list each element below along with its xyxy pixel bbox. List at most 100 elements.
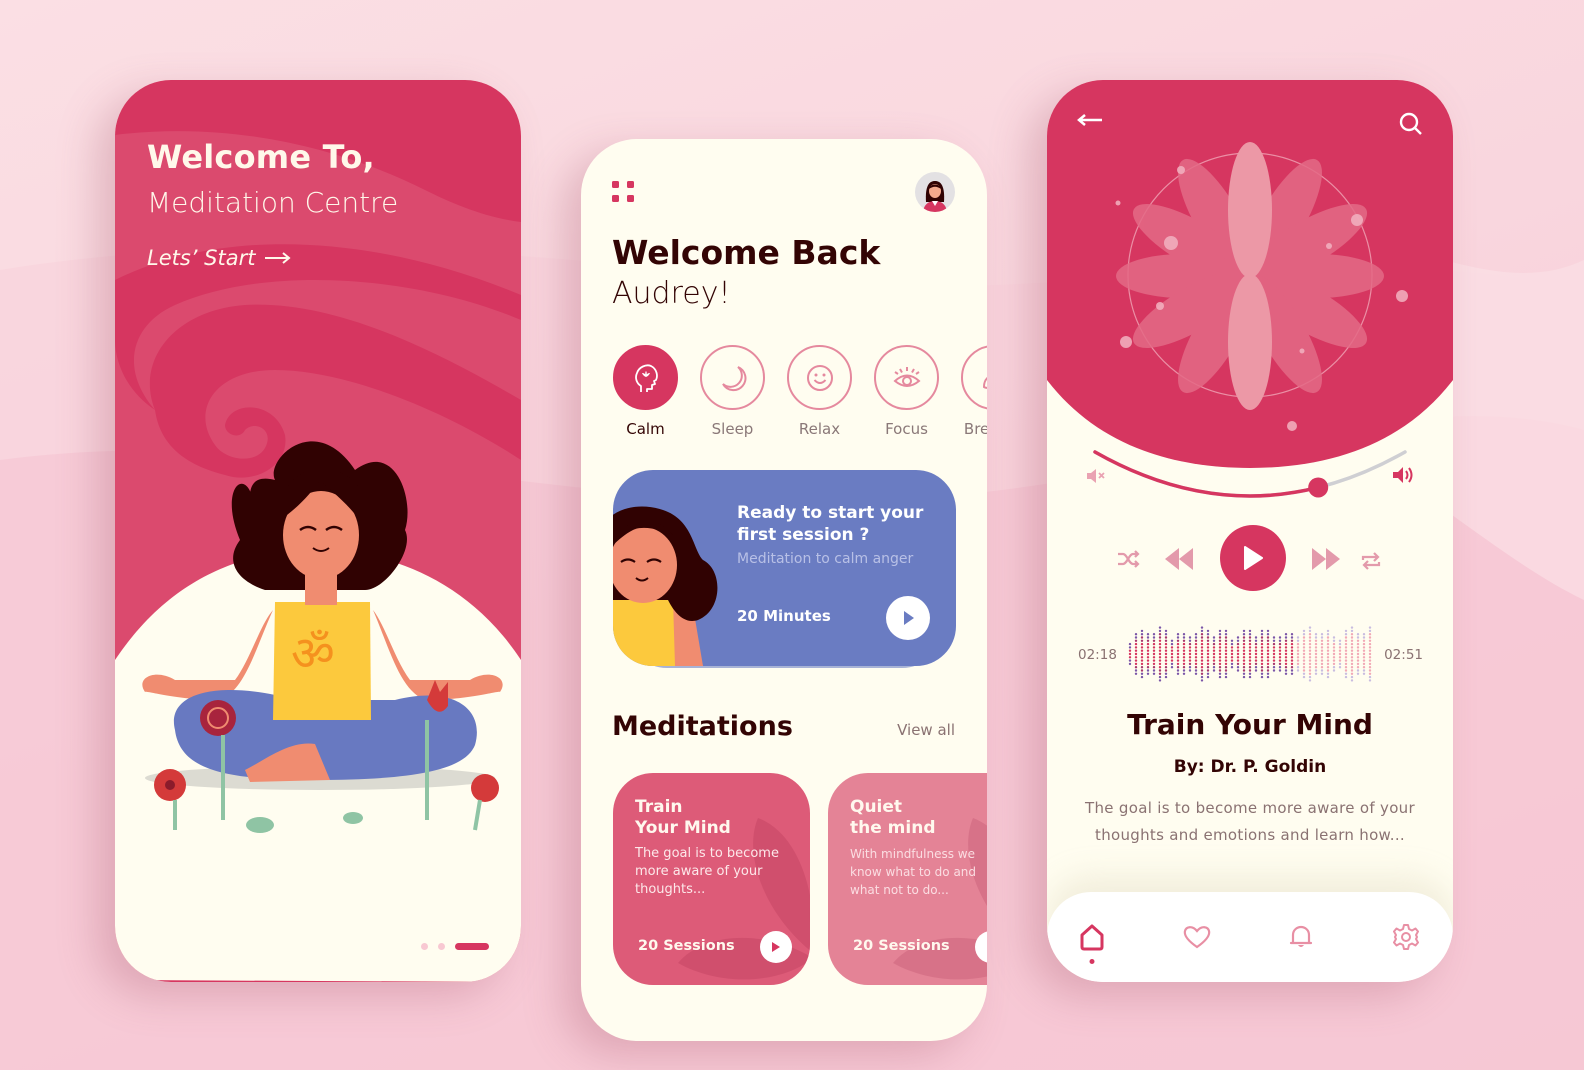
waveform-dot [1260, 646, 1264, 649]
gear-icon [1392, 924, 1419, 950]
waveform-dot [1140, 642, 1144, 646]
waveform-dot [1350, 662, 1354, 666]
waveform-dot [1200, 636, 1204, 639]
waveform-dot [1362, 659, 1366, 662]
view-all-link[interactable]: View all [897, 721, 955, 739]
waveform-dot [1146, 649, 1150, 652]
waveform-dot [1224, 662, 1228, 666]
waveform-dot [1200, 633, 1204, 636]
grid-menu-icon[interactable] [612, 181, 634, 203]
waveform-dot [1236, 649, 1240, 652]
waveform-dot [1344, 666, 1348, 669]
waveform-dot [1266, 639, 1270, 642]
waveform-dot [1182, 656, 1186, 659]
pager-dot[interactable] [421, 943, 428, 950]
category-relax[interactable]: Relax [787, 345, 852, 438]
waveform-dot [1182, 633, 1186, 636]
user-avatar[interactable] [915, 172, 955, 212]
waveform-dot [1284, 639, 1288, 642]
waveform-dot [1212, 656, 1216, 659]
category-sleep[interactable]: Sleep [700, 345, 765, 438]
waveform-dot [1182, 662, 1186, 666]
waveform-dot [1368, 666, 1372, 669]
waveform-dot [1200, 679, 1204, 682]
category-label: Breathe [963, 420, 987, 438]
waveform-dot [1332, 662, 1336, 666]
waveform-dot [1152, 633, 1156, 636]
nav-favorites[interactable] [1182, 922, 1212, 952]
waveform-dot [1290, 662, 1294, 666]
waveform-dot [1344, 636, 1348, 639]
volume-mute-button[interactable] [1087, 468, 1107, 488]
waveform-dot [1206, 666, 1210, 669]
waveform-dot [1332, 669, 1336, 672]
waveform-dot [1242, 675, 1246, 679]
waveform-dot [1218, 646, 1222, 649]
waveform-dot [1158, 633, 1162, 636]
waveform-dot [1242, 666, 1246, 669]
waveform-dot [1134, 652, 1138, 656]
category-breathe[interactable]: Breathe [961, 345, 987, 438]
waveform-dot [1248, 656, 1252, 659]
waveform-dot [1254, 652, 1258, 656]
pager-dot-active[interactable] [455, 943, 489, 950]
play-button[interactable] [1220, 525, 1286, 591]
audio-waveform-scrubber[interactable] [1127, 623, 1375, 685]
next-button[interactable] [1310, 548, 1340, 570]
waveform-dot [1326, 649, 1330, 652]
waveform-dot [1320, 642, 1324, 646]
waveform-dot [1326, 675, 1330, 679]
previous-button[interactable] [1165, 548, 1195, 570]
waveform-dot [1146, 656, 1150, 659]
waveform-dot [1206, 669, 1210, 672]
waveform-dot [1266, 652, 1270, 656]
waveform-dot [1356, 639, 1360, 642]
first-session-card[interactable]: Ready to start your first session ? Medi… [613, 470, 956, 668]
category-focus[interactable]: Focus [874, 345, 939, 438]
waveform-dot [1308, 642, 1312, 646]
waveform-dot [1344, 642, 1348, 646]
nav-notifications[interactable] [1286, 922, 1316, 952]
waveform-dot [1128, 642, 1132, 646]
waveform-dot [1278, 642, 1282, 646]
waveform-dot [1254, 642, 1258, 646]
waveform-dot [1272, 669, 1276, 672]
meditations-heading: Meditations [612, 711, 793, 742]
waveform-dot [1308, 666, 1312, 669]
volume-up-icon [1393, 467, 1413, 483]
waveform-dot [1344, 675, 1348, 679]
waveform-dot [1368, 679, 1372, 682]
waveform-dot [1152, 672, 1156, 675]
waveform-dot [1344, 633, 1348, 636]
waveform-dot [1140, 652, 1144, 656]
fast-forward-icon [1312, 548, 1340, 570]
volume-up-button[interactable] [1393, 466, 1415, 488]
meditation-card[interactable]: Quiet the mind With mindfulness we know w… [828, 773, 987, 985]
session-play-button[interactable] [886, 596, 930, 640]
search-button[interactable] [1399, 112, 1423, 140]
nav-home[interactable] [1077, 922, 1107, 964]
category-calm[interactable]: Calm [613, 345, 678, 438]
waveform-dot [1200, 639, 1204, 642]
waveform-dot [1206, 646, 1210, 649]
nav-settings[interactable] [1391, 922, 1421, 952]
waveform-dot [1272, 642, 1276, 646]
waveform-dot [1140, 646, 1144, 649]
waveform-dot [1314, 669, 1318, 672]
home-icon [1080, 924, 1104, 951]
repeat-button[interactable] [1360, 550, 1382, 572]
waveform-dot [1314, 633, 1318, 636]
waveform-dot [1344, 649, 1348, 652]
shuffle-button[interactable] [1117, 550, 1141, 568]
waveform-dot [1164, 642, 1168, 646]
lets-start-button[interactable]: Lets’ Start [147, 246, 292, 270]
waveform-dot [1368, 639, 1372, 642]
waveform-dot [1158, 666, 1162, 669]
waveform-dot [1224, 639, 1228, 642]
meditation-card[interactable]: Train Your Mind The goal is to become mor… [613, 773, 810, 985]
pager-dot[interactable] [438, 943, 445, 950]
volume-knob[interactable] [1308, 477, 1329, 498]
back-button[interactable] [1077, 112, 1103, 131]
waveform-dot [1272, 662, 1276, 666]
meditation-play-button[interactable] [760, 931, 792, 963]
